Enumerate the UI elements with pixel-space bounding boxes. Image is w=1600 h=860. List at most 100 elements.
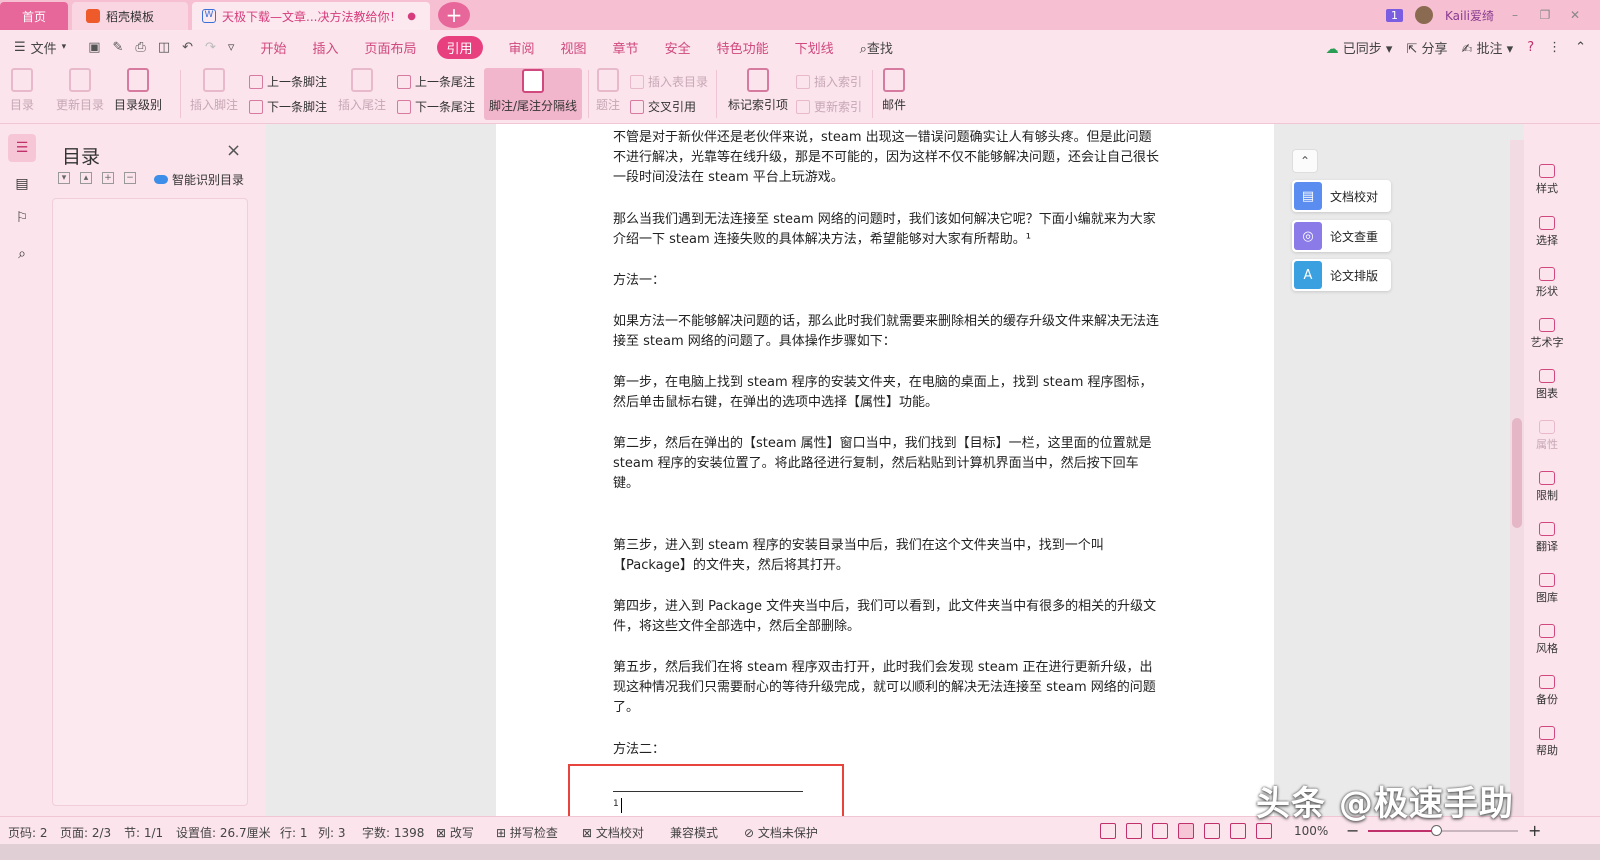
minimize-icon[interactable]: – <box>1506 8 1524 22</box>
translate-button[interactable]: 翻译 <box>1524 522 1570 554</box>
tab-daoke-template[interactable]: 稻壳模板 <box>72 2 188 30</box>
doc-protection[interactable]: ⊘ 文档未保护 <box>744 824 818 841</box>
insert-index-button[interactable]: 插入索引 <box>796 73 862 90</box>
tab-home[interactable]: 首页 <box>0 2 68 30</box>
spell-check-toggle[interactable]: ⊞ 拼写检查 <box>496 824 558 841</box>
user-name[interactable]: Kaili爱绮 <box>1445 7 1494 24</box>
select-button[interactable]: 选择 <box>1524 216 1570 248</box>
more-options-icon[interactable]: ⋮ <box>1548 40 1561 55</box>
menu-tab-chapter[interactable]: 章节 <box>613 36 639 59</box>
shape-button[interactable]: 形状 <box>1524 267 1570 299</box>
eye-protect-icon[interactable] <box>1256 823 1272 839</box>
page-view-icon[interactable] <box>1178 823 1194 839</box>
customize-toolbar-icon[interactable]: ▿ <box>228 40 235 55</box>
status-page[interactable]: 页码: 2 <box>8 824 48 841</box>
menu-tab-home[interactable]: 开始 <box>260 36 286 59</box>
synced-button[interactable]: ☁ 已同步 ▾ <box>1326 38 1393 57</box>
format-painter-icon[interactable]: ✎ <box>113 40 124 55</box>
backup-button[interactable]: 备份 <box>1524 675 1570 707</box>
status-pages[interactable]: 页面: 2/3 <box>60 824 111 841</box>
menu-tab-references[interactable]: 引用 <box>436 35 483 59</box>
mark-index-button[interactable]: 标记索引项 <box>728 68 788 113</box>
footnote-separator-button[interactable]: 脚注/尾注分隔线 <box>484 68 582 120</box>
share-button[interactable]: ⇱ 分享 <box>1406 38 1447 57</box>
smart-toc-button[interactable]: 智能识别目录 <box>154 171 244 188</box>
caption-button[interactable]: 题注 <box>596 68 620 113</box>
cross-reference-button[interactable]: 交叉引用 <box>630 98 696 115</box>
close-icon[interactable]: × <box>226 140 241 161</box>
prev-footnote-button[interactable]: 上一条脚注 <box>249 73 327 90</box>
redo-icon[interactable]: ↷ <box>205 40 216 55</box>
document-page[interactable]: 不管是对于新伙伴还是老伙伴来说，steam 出现这一错误问题确实让人有够头疼。但… <box>496 124 1274 816</box>
gallery-button[interactable]: 图库 <box>1524 573 1570 605</box>
restrict-button[interactable]: 限制 <box>1524 471 1570 503</box>
find-button[interactable]: ⌕查找 <box>860 38 893 57</box>
reading-mode-icon[interactable] <box>1126 823 1142 839</box>
mail-button[interactable]: 邮件 <box>882 68 906 113</box>
prev-endnote-button[interactable]: 上一条尾注 <box>397 73 475 90</box>
vertical-scrollbar[interactable] <box>1510 140 1524 816</box>
insert-footnote-button[interactable]: 插入脚注 <box>190 68 238 113</box>
toc-button[interactable]: 目录 <box>10 68 34 113</box>
web-view-icon[interactable] <box>1230 823 1246 839</box>
comment-button[interactable]: ✍ 批注 ▾ <box>1461 38 1513 57</box>
chart-button[interactable]: 图表 <box>1524 369 1570 401</box>
proofread-button[interactable]: ▤ 文档校对 <box>1292 180 1391 212</box>
collapse-icon[interactable]: ▴ <box>80 172 92 184</box>
plagiarism-check-button[interactable]: ◎ 论文查重 <box>1292 220 1391 252</box>
overwrite-toggle[interactable]: ⊠ 改写 <box>436 824 474 841</box>
edit-mode-icon[interactable] <box>1152 823 1168 839</box>
next-endnote-button[interactable]: 下一条尾注 <box>397 98 475 115</box>
file-menu-button[interactable]: ☰ 文件 ▾ <box>14 38 66 57</box>
save-icon[interactable]: ▣ <box>88 40 100 55</box>
styles-button[interactable]: 样式 <box>1524 164 1570 196</box>
close-window-icon[interactable]: ✕ <box>1566 8 1584 22</box>
notification-badge[interactable]: 1 <box>1385 8 1403 22</box>
status-word-count[interactable]: 字数: 1398 <box>362 824 424 841</box>
menu-tab-insert[interactable]: 插入 <box>312 36 338 59</box>
bookmark-icon[interactable]: ⚐ <box>8 204 36 232</box>
help-button[interactable]: 帮助 <box>1524 726 1570 758</box>
zoom-slider-knob[interactable] <box>1430 825 1442 836</box>
restore-icon[interactable]: ❐ <box>1536 8 1554 22</box>
zoom-level[interactable]: 100% <box>1294 824 1328 838</box>
wordart-button[interactable]: 艺术字 <box>1524 318 1570 350</box>
style-theme-button[interactable]: 风格 <box>1524 624 1570 656</box>
menu-tab-security[interactable]: 安全 <box>665 36 691 59</box>
toc-level-button[interactable]: 目录级别 <box>114 68 162 113</box>
toc-list[interactable] <box>52 198 248 806</box>
user-avatar[interactable] <box>1414 6 1433 24</box>
properties-button[interactable]: 属性 <box>1524 420 1570 452</box>
zoom-slider[interactable] <box>1368 825 1518 836</box>
toc-nav-icon[interactable]: ☰ <box>8 134 36 162</box>
remove-heading-icon[interactable]: − <box>124 172 136 184</box>
help-icon[interactable]: ? <box>1527 40 1534 55</box>
menu-tab-underline[interactable]: 下划线 <box>795 36 834 59</box>
search-nav-icon[interactable]: ⌕ <box>8 240 36 268</box>
scrollbar-thumb[interactable] <box>1512 418 1522 528</box>
insert-endnote-button[interactable]: 插入尾注 <box>338 68 386 113</box>
fullscreen-icon[interactable] <box>1100 823 1116 839</box>
page-thumbnail-icon[interactable]: ▤ <box>8 170 36 198</box>
menu-tab-layout[interactable]: 页面布局 <box>364 36 416 59</box>
print-icon[interactable]: ⎙ <box>135 40 145 55</box>
menu-tab-features[interactable]: 特色功能 <box>717 36 769 59</box>
next-footnote-button[interactable]: 下一条脚注 <box>249 98 327 115</box>
insert-table-toc-button[interactable]: 插入表目录 <box>630 73 708 90</box>
update-toc-button[interactable]: 更新目录 <box>56 68 104 113</box>
add-heading-icon[interactable]: + <box>102 172 114 184</box>
expand-icon[interactable]: ▾ <box>58 172 70 184</box>
tab-document[interactable]: W 天极下载—文章...决方法教给你！ ● <box>192 2 430 30</box>
menu-tab-review[interactable]: 审阅 <box>509 36 535 59</box>
doc-proof-toggle[interactable]: ⊠ 文档校对 <box>582 824 644 841</box>
float-collapse-button[interactable]: ⌃ <box>1292 149 1318 173</box>
paper-format-button[interactable]: A 论文排版 <box>1292 259 1391 291</box>
zoom-in-icon[interactable]: + <box>1528 821 1541 840</box>
undo-icon[interactable]: ↶ <box>182 40 193 55</box>
menu-tab-view[interactable]: 视图 <box>561 36 587 59</box>
print-preview-icon[interactable]: ◫ <box>158 40 170 55</box>
collapse-ribbon-icon[interactable]: ⌃ <box>1575 40 1586 55</box>
update-index-button[interactable]: 更新索引 <box>796 98 862 115</box>
outline-view-icon[interactable] <box>1204 823 1220 839</box>
new-tab-button[interactable]: + <box>438 2 470 28</box>
